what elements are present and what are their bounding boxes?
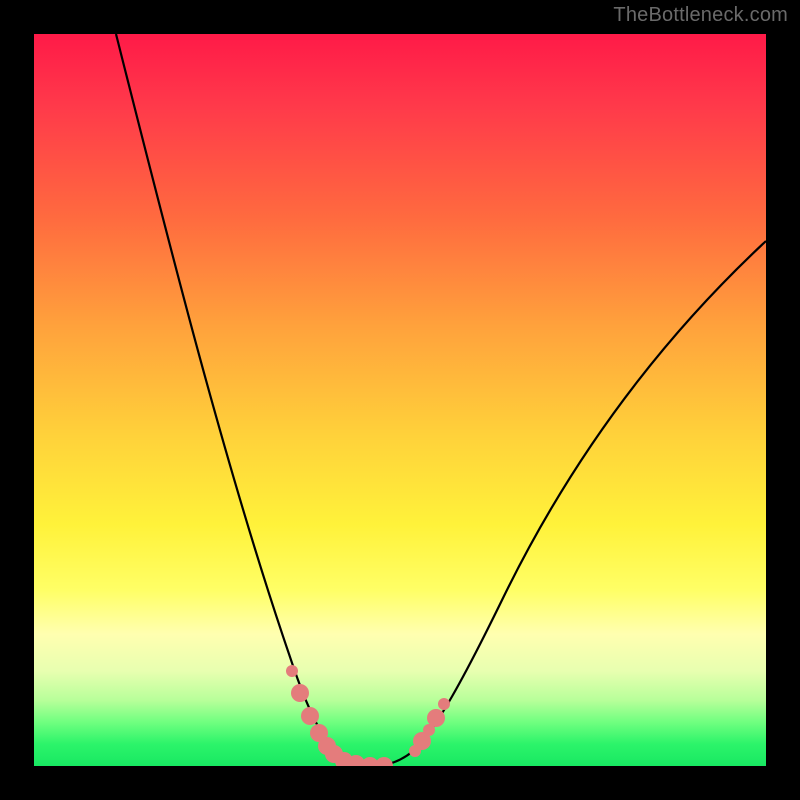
bottleneck-curve bbox=[116, 34, 766, 766]
watermark-text: TheBottleneck.com bbox=[613, 4, 788, 27]
chart-frame: TheBottleneck.com bbox=[0, 0, 800, 800]
markers-left bbox=[286, 665, 393, 766]
markers-right bbox=[409, 698, 450, 757]
bottleneck-curve-svg bbox=[34, 34, 766, 766]
plot-area bbox=[34, 34, 766, 766]
